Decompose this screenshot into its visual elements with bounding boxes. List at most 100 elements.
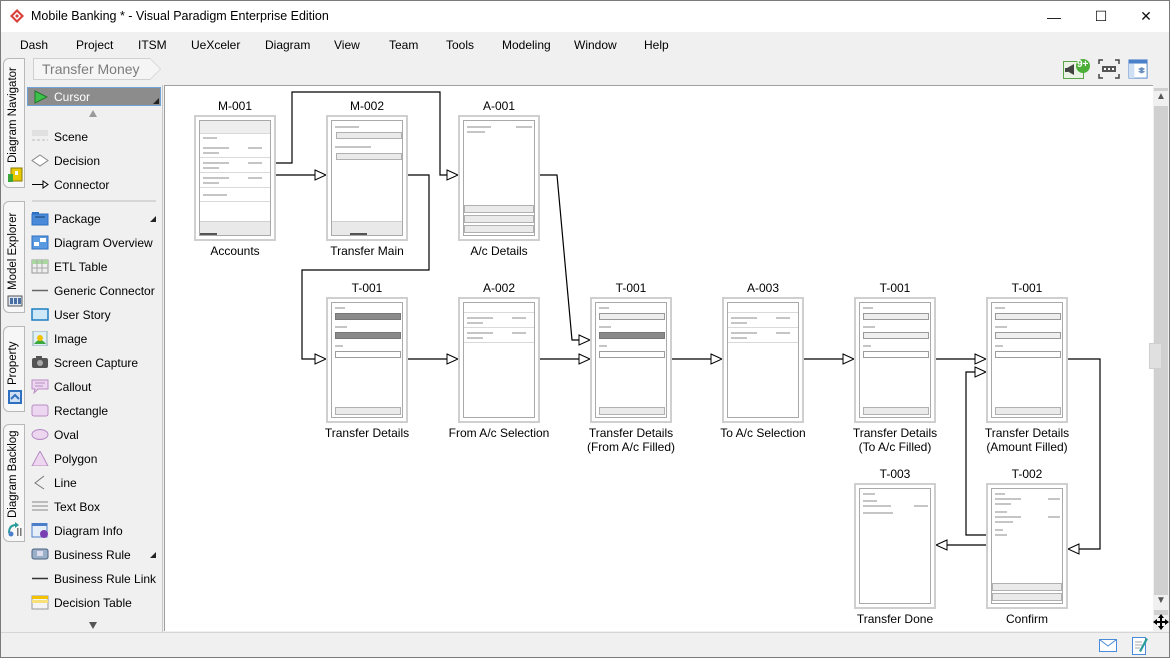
palette-item-scene[interactable]: Scene bbox=[26, 127, 160, 147]
screen-mockup bbox=[727, 302, 799, 418]
palette-item-etl-table[interactable]: ETL Table bbox=[26, 257, 160, 277]
notifications-button[interactable]: 9+ bbox=[1063, 59, 1090, 79]
palette-item-rectangle[interactable]: Rectangle bbox=[26, 401, 160, 421]
tab-label: Diagram Navigator bbox=[7, 67, 19, 163]
palette-item-connector[interactable]: Connector bbox=[26, 175, 160, 195]
menu-dash[interactable]: Dash bbox=[20, 38, 48, 52]
wf-text bbox=[995, 529, 1003, 531]
menu-tools[interactable]: Tools bbox=[446, 38, 474, 52]
palette-item-business-rule-link[interactable]: Business Rule Link bbox=[26, 569, 160, 589]
rectangle-icon bbox=[31, 404, 49, 417]
wf-text bbox=[467, 332, 493, 334]
wf-button bbox=[464, 215, 534, 223]
palette-item-oval[interactable]: Oval bbox=[26, 425, 160, 445]
palette-item-decision[interactable]: Decision bbox=[26, 151, 160, 171]
menu-diagram[interactable]: Diagram bbox=[265, 38, 310, 52]
menu-itsm[interactable]: ITSM bbox=[138, 38, 167, 52]
palette-item-package[interactable]: Package bbox=[26, 209, 160, 229]
wf-text bbox=[203, 162, 229, 164]
wf-text bbox=[863, 512, 893, 514]
wf-text bbox=[248, 177, 262, 179]
wf-account-row bbox=[728, 328, 798, 343]
screen-caption: To A/c Selection bbox=[720, 426, 806, 440]
scene-icon bbox=[32, 130, 48, 141]
palette-item-line[interactable]: Line bbox=[26, 473, 160, 493]
menu-team[interactable]: Team bbox=[389, 38, 418, 52]
palette-scroll-down-icon[interactable] bbox=[89, 622, 97, 629]
wf-dropdown-from bbox=[335, 313, 401, 320]
text-box-icon bbox=[32, 501, 48, 511]
wf-account-row bbox=[464, 313, 534, 328]
palette-item-screen-capture[interactable]: Screen Capture bbox=[26, 353, 160, 373]
more-tools-indicator-icon bbox=[153, 98, 159, 104]
screen-caption: Transfer Details (To A/c Filled) bbox=[852, 426, 938, 454]
wf-text bbox=[516, 126, 532, 128]
palette-item-diagram-info[interactable]: Diagram Info bbox=[26, 521, 160, 541]
palette-item-image[interactable]: Image bbox=[26, 329, 160, 349]
screen-wireframe[interactable] bbox=[326, 297, 408, 423]
screen-mockup bbox=[463, 120, 535, 236]
menu-help[interactable]: Help bbox=[644, 38, 669, 52]
menu-window[interactable]: Window bbox=[574, 38, 617, 52]
diagram-canvas[interactable]: M-001 Accounts M-002 Transfer Main A-001 A/c … bbox=[164, 85, 1153, 631]
oval-icon bbox=[31, 429, 49, 440]
menu-project[interactable]: Project bbox=[76, 38, 113, 52]
breadcrumb[interactable]: Transfer Money bbox=[33, 58, 160, 80]
close-button[interactable]: ✕ bbox=[1123, 1, 1169, 32]
screen-wireframe[interactable] bbox=[590, 297, 672, 423]
scroll-down-button[interactable]: ▼ bbox=[1154, 595, 1168, 610]
palette-item-business-rule[interactable]: Business Rule bbox=[26, 545, 160, 565]
screen-wireframe[interactable] bbox=[986, 483, 1068, 609]
menu-view[interactable]: View bbox=[334, 38, 360, 52]
wf-account-row bbox=[200, 158, 270, 173]
wf-text bbox=[995, 511, 1007, 513]
palette-item-generic-connector[interactable]: Generic Connector bbox=[26, 281, 160, 301]
tab-label: Diagram Backlog bbox=[7, 430, 19, 518]
screen-wireframe[interactable] bbox=[326, 115, 408, 241]
menu-modeling[interactable]: Modeling bbox=[502, 38, 551, 52]
palette-scroll-up-icon[interactable] bbox=[89, 110, 97, 117]
screen-wireframe[interactable] bbox=[458, 297, 540, 423]
notes-icon[interactable] bbox=[1132, 635, 1148, 655]
wf-text bbox=[335, 126, 359, 128]
tab-property[interactable]: Property bbox=[3, 326, 25, 412]
fit-to-window-icon[interactable] bbox=[1098, 59, 1120, 79]
palette-item-polygon[interactable]: Polygon bbox=[26, 449, 160, 469]
pan-move-icon[interactable] bbox=[1153, 614, 1169, 630]
wf-text bbox=[863, 500, 877, 502]
palette-item-text-box[interactable]: Text Box bbox=[26, 497, 160, 517]
menu-uexceler[interactable]: UeXceler bbox=[191, 38, 240, 52]
chevron-up-icon: ▲ bbox=[1156, 91, 1166, 102]
panel-layout-icon[interactable] bbox=[1127, 59, 1149, 79]
screen-wireframe[interactable] bbox=[722, 297, 804, 423]
palette-item-diagram-overview[interactable]: Diagram Overview bbox=[26, 233, 160, 253]
scrollbar-thumb[interactable] bbox=[1149, 343, 1162, 369]
vertical-scrollbar[interactable]: ▲ ▼ bbox=[1149, 85, 1169, 631]
palette-item-decision-table[interactable]: Decision Table bbox=[26, 593, 160, 613]
palette-cursor-tool[interactable]: Cursor bbox=[27, 87, 161, 106]
screen-id-label: T-001 bbox=[1011, 281, 1043, 295]
wf-text bbox=[995, 498, 1021, 500]
wf-text bbox=[599, 326, 611, 328]
maximize-button[interactable]: ☐ bbox=[1078, 1, 1124, 32]
scroll-up-button[interactable]: ▲ bbox=[1154, 91, 1168, 106]
screen-wireframe[interactable] bbox=[458, 115, 540, 241]
connector-line[interactable] bbox=[1068, 358, 1101, 550]
tab-diagram-navigator[interactable]: Diagram Navigator bbox=[3, 58, 25, 188]
etl-table-icon bbox=[31, 259, 49, 274]
tab-model-explorer[interactable]: Model Explorer bbox=[3, 201, 25, 313]
palette-item-label: Business Rule bbox=[54, 548, 131, 562]
palette-item-callout[interactable]: Callout bbox=[26, 377, 160, 397]
diagram-info-icon bbox=[31, 523, 48, 538]
tab-diagram-backlog[interactable]: Diagram Backlog bbox=[3, 424, 25, 542]
screen-wireframe[interactable] bbox=[194, 115, 276, 241]
palette-item-user-story[interactable]: User Story bbox=[26, 305, 160, 325]
screen-wireframe[interactable] bbox=[986, 297, 1068, 423]
wf-text bbox=[863, 307, 873, 309]
palette-item-label: Rectangle bbox=[54, 404, 109, 418]
screen-wireframe[interactable] bbox=[854, 297, 936, 423]
wf-text bbox=[731, 337, 747, 339]
screen-wireframe[interactable] bbox=[854, 483, 936, 609]
minimize-button[interactable]: — bbox=[1031, 1, 1077, 32]
mail-icon[interactable] bbox=[1099, 639, 1117, 652]
